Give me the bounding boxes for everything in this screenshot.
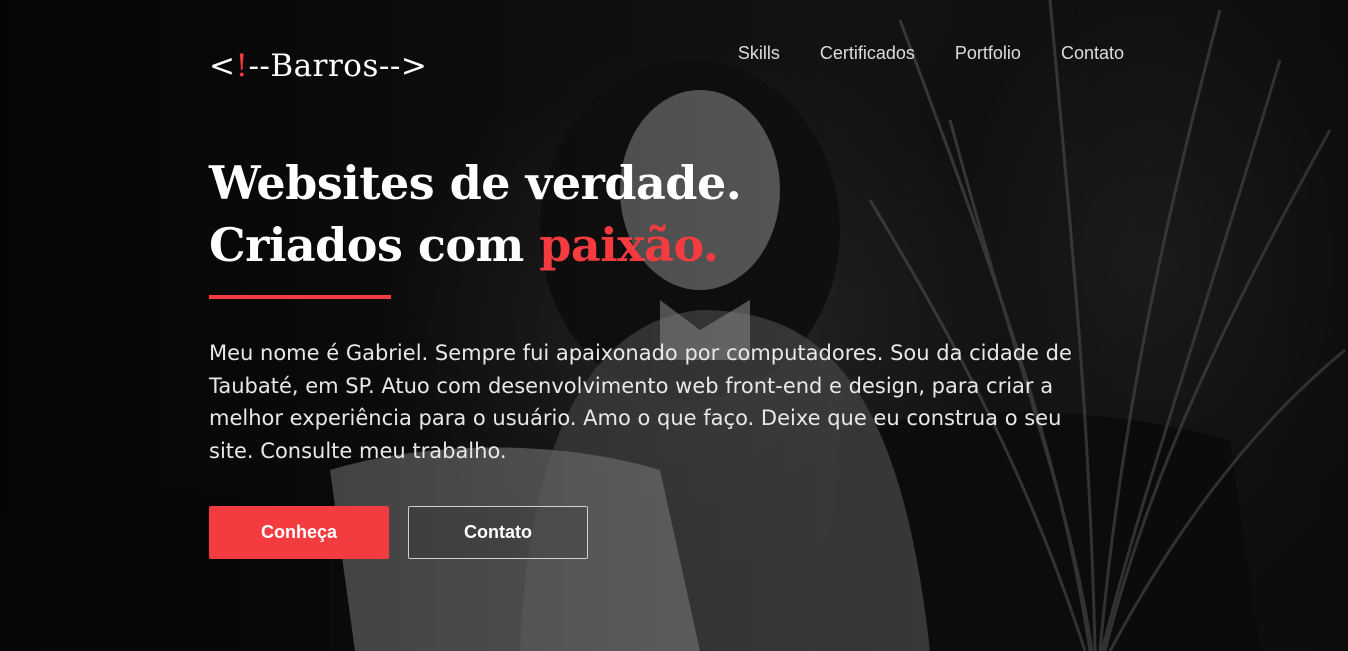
dark-overlay	[0, 0, 1348, 651]
accent-divider	[209, 295, 391, 299]
nav-link-certificados[interactable]: Certificados	[820, 43, 915, 64]
site-logo[interactable]: <!--Barros-->	[209, 48, 427, 84]
contato-button[interactable]: Contato	[408, 506, 588, 559]
main-nav: Skills Certificados Portfolio Contato	[738, 43, 1124, 64]
intro-paragraph: Meu nome é Gabriel. Sempre fui apaixonad…	[209, 341, 1072, 463]
headline-accent-word: paixão.	[539, 218, 719, 272]
hero-section	[0, 0, 1348, 651]
headline-line-1: Websites de verdade.	[209, 156, 742, 210]
nav-link-portfolio[interactable]: Portfolio	[955, 43, 1021, 64]
nav-link-skills[interactable]: Skills	[738, 43, 780, 64]
nav-link-contato[interactable]: Contato	[1061, 43, 1124, 64]
logo-bang: !	[235, 48, 249, 84]
conheca-button[interactable]: Conheça	[209, 506, 389, 559]
logo-prefix: <	[209, 48, 236, 84]
logo-suffix: --Barros-->	[248, 48, 428, 84]
headline-line-2-prefix: Criados com	[209, 218, 540, 272]
hero-headline: Websites de verdade. Criados com paixão.	[209, 152, 742, 276]
